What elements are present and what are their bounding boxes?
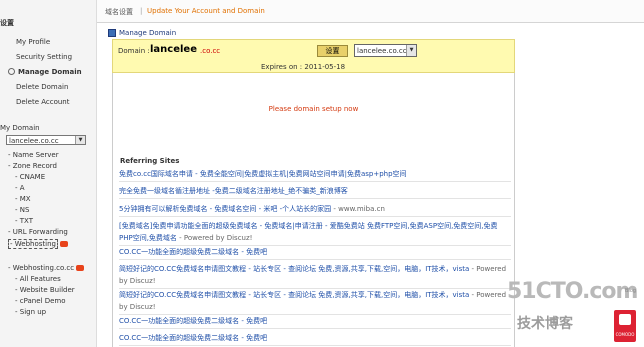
expires-date: Expires on : 2011-05-18 — [261, 63, 346, 71]
watermark-line1: 51CTO.com — [507, 279, 638, 304]
lock-icon — [619, 314, 631, 325]
panel-heading: Manage Domain — [108, 29, 176, 37]
domain-bar: Domain : lancelee .co.cc 设置 lancelee.co.… — [112, 39, 515, 73]
tree-url-forwarding[interactable]: - URL Forwarding — [8, 228, 68, 236]
domain-dropdown[interactable]: lancelee.co.cc ▼ — [354, 44, 417, 57]
sidebar: 设置 My Profile Security Setting Manage Do… — [0, 0, 97, 347]
domain-name: lancelee — [150, 44, 197, 55]
tree-zone-record[interactable]: - Zone Record — [8, 162, 57, 170]
referring-link[interactable]: 免费co.cc国际域名申请 - 免费全能空间|免费虚拟主机|免费网站空间申请|免… — [119, 168, 511, 182]
setup-message: Please domain setup now — [268, 105, 359, 113]
tree-txt[interactable]: - TXT — [15, 217, 33, 225]
watermark-line2: 技术博客 — [517, 316, 573, 332]
dropdown-value: lancelee.co.cc — [357, 47, 407, 55]
referring-link[interactable]: CO.CC一功能全面的超级免费二级域名 - 免费吧 — [119, 246, 511, 260]
app-window: 域名设置 | Update Your Account and Domain 设置… — [0, 0, 644, 347]
referring-link[interactable]: 5分钟拥有可以解析免费域名 - 免费域名空间 - 米吧 -个人站长的家园 - w… — [119, 203, 511, 217]
tree-cpanel-demo[interactable]: - cPanel Demo — [15, 297, 66, 305]
referring-link[interactable]: 简短好记的CO.CC免费域名申请图文教程 - 站长专区 - 查阅论坛 免费,资源… — [119, 263, 511, 289]
header-title: 域名设置 — [105, 8, 133, 16]
tree-webhosting-label: - Webhosting — [8, 239, 58, 249]
tree-a[interactable]: - A — [15, 184, 25, 192]
domain-label: Domain : — [118, 47, 150, 55]
watermark-line3: Blog — [625, 288, 637, 294]
tree-label: - Webhosting.co.cc — [8, 264, 75, 272]
comodo-label: COMODO — [615, 332, 635, 337]
chevron-down-icon: ▼ — [406, 45, 416, 56]
sidebar-section-title: 设置 — [0, 19, 14, 27]
header-separator: | — [140, 7, 143, 15]
my-domain-select[interactable]: lancelee.co.cc ▼ — [6, 135, 86, 145]
referring-link[interactable]: CO.CC一功能全面的超级免费二级域名 - 免费吧 — [119, 332, 511, 346]
tree-webhosting-cocc[interactable]: - Webhosting.co.cc — [8, 264, 85, 272]
tree-mx[interactable]: - MX — [15, 195, 31, 203]
sidebar-item-my-profile[interactable]: My Profile — [16, 38, 50, 46]
sidebar-item-label: Manage Domain — [18, 68, 82, 76]
header-subtitle: Update Your Account and Domain — [147, 7, 265, 15]
comodo-badge: COMODO — [614, 310, 636, 342]
referring-link[interactable]: CO.CC一功能全面的超级免费二级域名 - 免费吧 — [119, 315, 511, 329]
domain-tld: .co.cc — [200, 47, 221, 55]
top-header: 域名设置 | Update Your Account and Domain — [97, 0, 644, 23]
set-button[interactable]: 设置 — [317, 45, 348, 57]
select-value: lancelee.co.cc — [9, 137, 59, 145]
tree-sign-up[interactable]: - Sign up — [15, 308, 46, 316]
panel-heading-text: Manage Domain — [119, 29, 177, 37]
referring-link[interactable]: 完全免费一级域名循注册地址 -免费二级域名注册地址_绝不骗类_新浪博客 — [119, 185, 511, 199]
main-content: Please domain setup now Referring Sites … — [112, 73, 515, 347]
referring-sites-title: Referring Sites — [120, 157, 180, 165]
tree-cname[interactable]: - CNAME — [15, 173, 45, 181]
panel-icon — [108, 29, 116, 37]
tree-ns[interactable]: - NS — [15, 206, 29, 214]
new-badge-icon — [76, 265, 85, 271]
tree-name-server[interactable]: - Name Server — [8, 151, 59, 159]
tree-website-builder[interactable]: - Website Builder — [15, 286, 75, 294]
my-domain-label: My Domain — [0, 124, 40, 132]
referring-link[interactable]: 简短好记的CO.CC免费域名申请图文教程 - 站长专区 - 查阅论坛 免费,资源… — [119, 289, 511, 315]
tree-webhosting[interactable]: - Webhosting — [8, 239, 68, 249]
new-badge-icon — [59, 241, 68, 247]
sidebar-item-delete-account[interactable]: Delete Account — [16, 98, 70, 106]
sidebar-item-manage-domain[interactable]: Manage Domain — [8, 67, 82, 76]
tree-all-features[interactable]: - All Features — [15, 275, 61, 283]
referring-link[interactable]: [免费域名]免费申请功能全面的超级免费域名 - 免费域名|申请注册 - 爱酷免费… — [119, 220, 511, 246]
chevron-down-icon: ▼ — [75, 136, 85, 144]
sidebar-item-security-setting[interactable]: Security Setting — [16, 53, 72, 61]
bullet-icon — [8, 67, 15, 75]
sidebar-item-delete-domain[interactable]: Delete Domain — [16, 83, 68, 91]
